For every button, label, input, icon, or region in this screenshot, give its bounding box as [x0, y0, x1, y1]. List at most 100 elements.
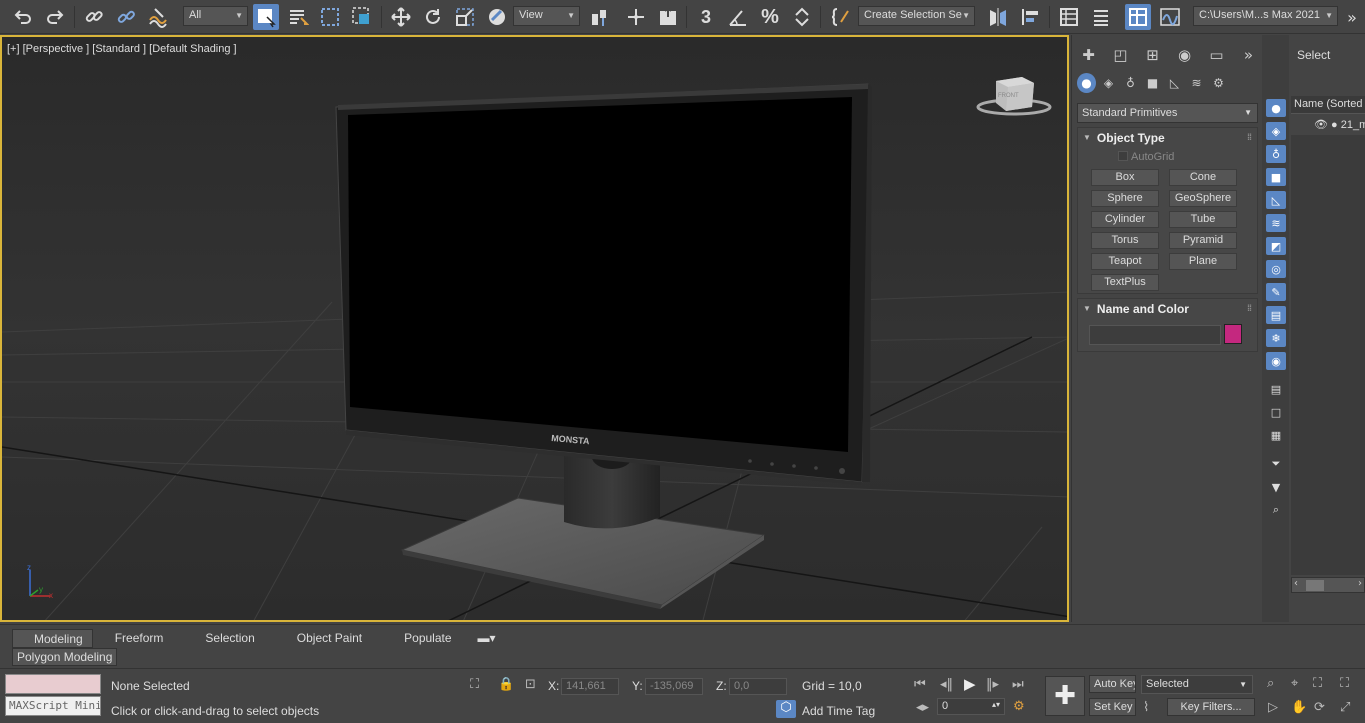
- curve-editor-icon[interactable]: [1157, 4, 1183, 30]
- display-geometry-icon[interactable]: ●: [1266, 99, 1286, 117]
- placement-icon[interactable]: [484, 4, 510, 30]
- teapot-button[interactable]: Teapot: [1091, 253, 1159, 270]
- systems-icon[interactable]: ⚙: [1209, 73, 1228, 93]
- unlink-icon[interactable]: [113, 4, 139, 30]
- explorer-list-item[interactable]: 👁 ● 21_monitor: [1291, 115, 1365, 135]
- time-configuration-icon[interactable]: ⚙: [1013, 699, 1025, 714]
- auto-key-button[interactable]: Auto Key: [1089, 675, 1136, 693]
- name-and-color-header[interactable]: ▼ Name and Color ⁞⁞: [1078, 299, 1257, 319]
- zoom-extents-icon[interactable]: ⛶: [1313, 676, 1322, 691]
- tab-freeform[interactable]: Freeform: [93, 629, 184, 648]
- named-selection-dropdown[interactable]: Create Selection Se ▼: [858, 6, 975, 26]
- z-coord-field[interactable]: 0,0: [729, 678, 787, 695]
- play-icon[interactable]: ▶: [964, 675, 976, 693]
- explorer-select-menu[interactable]: Select: [1297, 48, 1330, 62]
- viewcube-icon[interactable]: FRONT: [976, 73, 1052, 117]
- display-all-icon[interactable]: ▤: [1266, 380, 1286, 398]
- link-icon[interactable]: [81, 4, 107, 30]
- tube-button[interactable]: Tube: [1169, 211, 1237, 228]
- geosphere-button[interactable]: GeoSphere: [1169, 190, 1237, 207]
- absolute-mode-icon[interactable]: ⊡: [525, 677, 536, 692]
- tab-modeling[interactable]: Modeling: [12, 629, 93, 648]
- pyramid-button[interactable]: Pyramid: [1169, 232, 1237, 249]
- previous-frame-icon[interactable]: ◂‖: [940, 677, 953, 692]
- create-tab-icon[interactable]: ✚: [1076, 41, 1101, 69]
- display-tab-icon[interactable]: ▭: [1204, 41, 1229, 69]
- rotate-icon[interactable]: [420, 4, 446, 30]
- display-groups-icon[interactable]: ◩: [1266, 237, 1286, 255]
- rectangular-selection-icon[interactable]: [317, 4, 343, 30]
- time-tag-icon[interactable]: ⬡: [776, 700, 796, 718]
- scene-explorer-toggle-icon[interactable]: [1125, 4, 1151, 30]
- overflow-chevron-icon[interactable]: »: [1341, 4, 1363, 30]
- modify-tab-icon[interactable]: ◰: [1108, 41, 1133, 69]
- display-containers-icon[interactable]: ▤: [1266, 306, 1286, 324]
- explorer-column-header[interactable]: Name (Sorted Ascending): [1291, 96, 1365, 114]
- redo-icon[interactable]: [42, 4, 68, 30]
- select-object-icon[interactable]: [253, 4, 279, 30]
- go-to-start-icon[interactable]: ⏮: [914, 677, 926, 692]
- box-button[interactable]: Box: [1091, 169, 1159, 186]
- textplus-button[interactable]: TextPlus: [1091, 274, 1159, 291]
- next-frame-icon[interactable]: ‖▸: [986, 677, 999, 692]
- tab-selection[interactable]: Selection: [183, 629, 274, 648]
- helpers-icon[interactable]: ◺: [1165, 73, 1184, 93]
- sphere-button[interactable]: Sphere: [1091, 190, 1159, 207]
- perspective-viewport[interactable]: MONSTA [+] [Perspective ] [Standard ] [D…: [0, 35, 1069, 622]
- pan-view-icon[interactable]: ✋: [1291, 700, 1307, 715]
- zoom-all-icon[interactable]: ⌖: [1291, 676, 1298, 691]
- ribbon-options-icon[interactable]: ▬▾: [472, 629, 502, 648]
- renderable-dot-icon[interactable]: ●: [1331, 119, 1338, 131]
- display-space-warps-icon[interactable]: ≋: [1266, 214, 1286, 232]
- filter-options-icon[interactable]: ⏷: [1266, 455, 1286, 473]
- object-name-field[interactable]: [1089, 325, 1221, 345]
- object-color-swatch[interactable]: [1224, 324, 1242, 344]
- selection-lock-icon[interactable]: 🔒: [498, 677, 514, 692]
- plane-button[interactable]: Plane: [1169, 253, 1237, 270]
- display-none-icon[interactable]: □: [1266, 403, 1286, 421]
- tab-object-paint[interactable]: Object Paint: [275, 629, 382, 648]
- angle-snap-icon[interactable]: [725, 4, 751, 30]
- y-coord-field[interactable]: -135,069: [645, 678, 703, 695]
- explorer-horizontal-scrollbar[interactable]: ‹ ›: [1291, 577, 1365, 593]
- current-frame-field[interactable]: 0 ▴▾: [937, 698, 1005, 715]
- torus-button[interactable]: Torus: [1091, 232, 1159, 249]
- edit-named-selection-icon[interactable]: [828, 4, 854, 30]
- autogrid-checkbox[interactable]: AutoGrid: [1118, 151, 1174, 163]
- select-by-name-icon[interactable]: [285, 4, 311, 30]
- set-key-button[interactable]: Set Key: [1089, 698, 1136, 716]
- mirror-icon[interactable]: [985, 4, 1011, 30]
- utilities-tab-icon[interactable]: »: [1236, 41, 1261, 69]
- snaps-toggle-icon[interactable]: 3: [693, 4, 719, 30]
- geometry-icon[interactable]: ●: [1077, 73, 1096, 93]
- maxscript-output[interactable]: [5, 674, 101, 694]
- maximize-viewport-icon[interactable]: ⤢: [1340, 700, 1350, 715]
- object-type-header[interactable]: ▼ Object Type ⁞⁞: [1078, 128, 1257, 148]
- selection-filter-dropdown[interactable]: All ▼: [183, 6, 248, 26]
- display-bones-icon[interactable]: ✎: [1266, 283, 1286, 301]
- scale-icon[interactable]: [452, 4, 478, 30]
- polygon-modeling-panel[interactable]: Polygon Modeling: [12, 648, 118, 666]
- keyboard-shortcut-icon[interactable]: [655, 4, 681, 30]
- display-frozen-icon[interactable]: ❄: [1266, 329, 1286, 347]
- primitive-category-dropdown[interactable]: Standard Primitives ▼: [1077, 103, 1258, 123]
- lights-icon[interactable]: ♁: [1121, 73, 1140, 93]
- hierarchy-tab-icon[interactable]: ⊞: [1140, 41, 1165, 69]
- tab-populate[interactable]: Populate: [382, 629, 471, 648]
- viewport-label-menu[interactable]: [+] [Perspective ] [Standard ] [Default …: [7, 43, 237, 55]
- spinner-snap-icon[interactable]: [789, 4, 815, 30]
- zoom-extents-all-icon[interactable]: ⛶: [1340, 676, 1349, 691]
- cylinder-button[interactable]: Cylinder: [1091, 211, 1159, 228]
- display-cameras-icon[interactable]: ■: [1266, 168, 1286, 186]
- display-hidden-icon[interactable]: ◉: [1266, 352, 1286, 370]
- isolate-selection-icon[interactable]: ⛶: [470, 677, 479, 692]
- go-to-end-icon[interactable]: ⏭: [1012, 677, 1024, 692]
- display-helpers-icon[interactable]: ◺: [1266, 191, 1286, 209]
- shapes-icon[interactable]: ◈: [1099, 73, 1118, 93]
- percent-snap-icon[interactable]: %: [757, 4, 783, 30]
- align-icon[interactable]: [1017, 4, 1043, 30]
- x-coord-field[interactable]: 141,661: [561, 678, 619, 695]
- bind-space-warp-icon[interactable]: [145, 4, 171, 30]
- set-key-mode-icon[interactable]: ✚: [1045, 676, 1085, 716]
- motion-tab-icon[interactable]: ◉: [1172, 41, 1197, 69]
